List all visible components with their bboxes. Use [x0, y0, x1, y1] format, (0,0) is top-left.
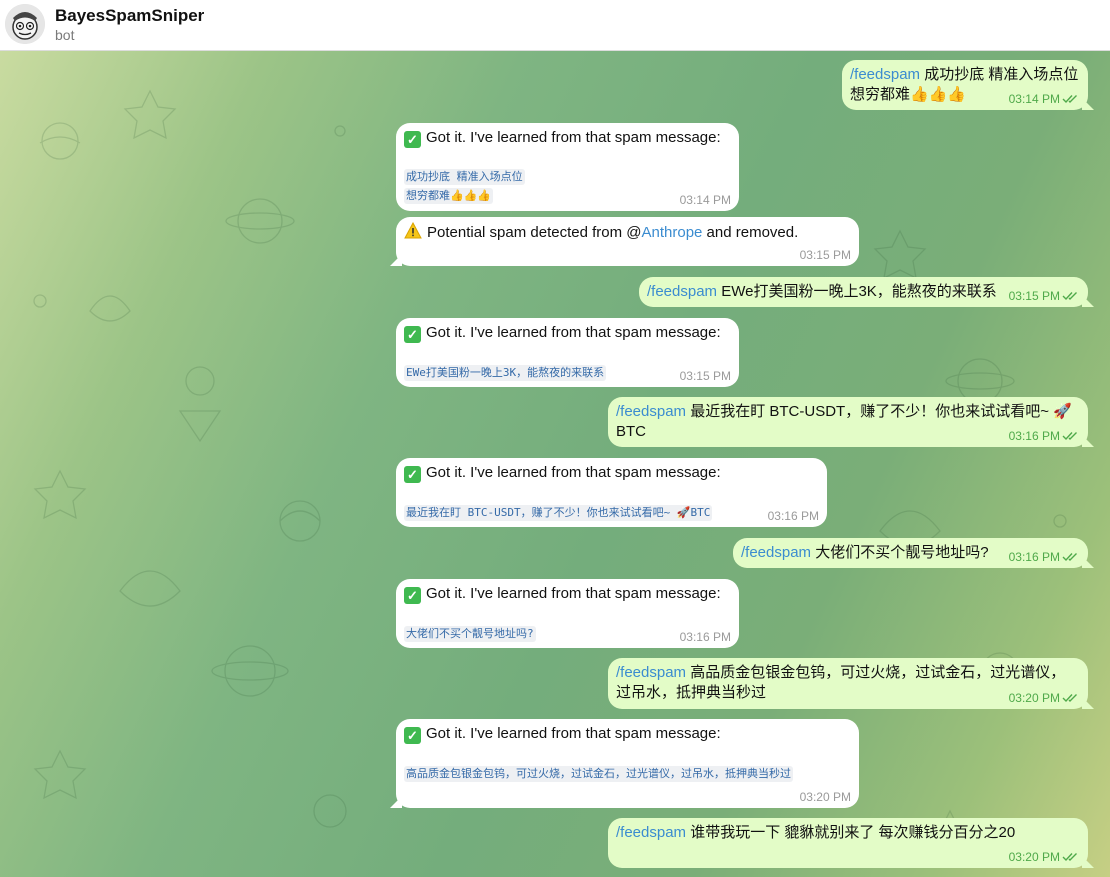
- reply-title: ✓ Got it. I've learned from that spam mes…: [404, 323, 721, 343]
- message-time: 03:15 PM: [1009, 289, 1080, 303]
- check-mark-icon: ✓: [404, 131, 421, 148]
- code-line: 想穷都难👍👍👍: [404, 188, 494, 204]
- bot-reply-message[interactable]: ✓ Got it. I've learned from that spam mes…: [390, 719, 859, 808]
- message-time: 03:14 PM: [1009, 92, 1080, 106]
- message-time: 03:16 PM: [679, 630, 731, 644]
- message-line: 过吊水，抵押典当秒过: [616, 684, 767, 701]
- message-time: 03:20 PM: [799, 790, 851, 804]
- message-line: 大佬们不买个靓号地址吗?: [815, 544, 989, 561]
- command-link[interactable]: /feedspam: [616, 664, 686, 681]
- outgoing-message[interactable]: /feedspam 高品质金包银金包钨，可过火烧，过试金石，过光谱仪， 过吊水，…: [608, 658, 1094, 709]
- code-line: EWe打美国粉一晚上3K，能熬夜的来联系: [404, 365, 607, 381]
- bot-label: bot: [55, 27, 75, 43]
- outgoing-message[interactable]: /feedspam 最近我在盯 BTC-USDT，赚了不少！你也来试试看吧~ 🚀…: [608, 397, 1094, 447]
- bot-reply-message[interactable]: ✓ Got it. I've learned from that spam mes…: [396, 579, 739, 648]
- check-mark-icon: ✓: [404, 587, 421, 604]
- outgoing-message[interactable]: /feedspam EWe打美国粉一晚上3K，能熬夜的来联系 03:15 PM: [639, 277, 1094, 307]
- code-line: 最近我在盯 BTC-USDT，赚了不少！你也来试试看吧~ 🚀BTC: [404, 505, 713, 521]
- command-link[interactable]: /feedspam: [616, 403, 686, 420]
- read-check-icon: [1062, 852, 1080, 862]
- command-link[interactable]: /feedspam: [850, 66, 920, 83]
- read-check-icon: [1062, 552, 1080, 562]
- read-check-icon: [1062, 693, 1080, 703]
- user-mention-link[interactable]: Anthrope: [642, 224, 703, 241]
- message-line: 最近我在盯 BTC-USDT，赚了不少！你也来试试看吧~ 🚀: [690, 403, 1072, 420]
- message-time: 03:15 PM: [799, 248, 851, 262]
- message-line: 想穷都难👍👍👍: [850, 86, 967, 103]
- bot-reply-message[interactable]: ✓ Got it. I've learned from that spam mes…: [396, 458, 827, 527]
- warning-icon: [404, 222, 422, 239]
- bot-warning-message[interactable]: Potential spam detected from @Anthrope a…: [390, 217, 859, 266]
- message-line: 谁带我玩一下 貔貅就别来了 每次赚钱分百分之20: [690, 824, 1016, 841]
- message-line: BTC: [616, 423, 646, 440]
- bot-name[interactable]: BayesSpamSniper: [55, 6, 204, 26]
- message-time: 03:15 PM: [679, 369, 731, 383]
- message-text: /feedspam 高品质金包银金包钨，可过火烧，过试金石，过光谱仪， 过吊水，…: [616, 663, 1065, 703]
- read-check-icon: [1062, 431, 1080, 441]
- check-mark-icon: ✓: [404, 326, 421, 343]
- bot-reply-message[interactable]: ✓ Got it. I've learned from that spam mes…: [396, 318, 739, 387]
- bot-avatar[interactable]: [5, 4, 45, 44]
- reply-title: ✓ Got it. I've learned from that spam mes…: [404, 463, 721, 483]
- message-line: 成功抄底 精准入场点位: [924, 66, 1079, 83]
- message-time: 03:16 PM: [1009, 550, 1080, 564]
- code-line: 大佬们不买个靓号地址吗?: [404, 626, 536, 642]
- message-time: 03:20 PM: [1009, 850, 1080, 864]
- message-line: EWe打美国粉一晚上3K，能熬夜的来联系: [721, 283, 997, 300]
- message-line: 高品质金包银金包钨，可过火烧，过试金石，过光谱仪，: [690, 664, 1066, 681]
- reply-title: ✓ Got it. I've learned from that spam mes…: [404, 128, 721, 148]
- message-text: /feedspam 大佬们不买个靓号地址吗?: [741, 543, 989, 563]
- message-time: 03:14 PM: [679, 193, 731, 207]
- command-link[interactable]: /feedspam: [616, 824, 686, 841]
- message-text: /feedspam 谁带我玩一下 貔貅就别来了 每次赚钱分百分之20: [616, 823, 1015, 843]
- check-mark-icon: ✓: [404, 466, 421, 483]
- message-time: 03:16 PM: [1009, 429, 1080, 443]
- message-text: /feedspam EWe打美国粉一晚上3K，能熬夜的来联系: [647, 282, 997, 302]
- outgoing-message[interactable]: /feedspam 大佬们不买个靓号地址吗? 03:16 PM: [733, 538, 1094, 568]
- chat-area[interactable]: /feedspam 成功抄底 精准入场点位 想穷都难👍👍👍 03:14 PM ✓…: [0, 51, 1110, 877]
- read-check-icon: [1062, 94, 1080, 104]
- code-line: 高品质金包银金包钨，可过火烧，过试金石，过光谱仪，过吊水，抵押典当秒过: [404, 766, 793, 782]
- warning-text: Potential spam detected from @Anthrope a…: [404, 222, 798, 243]
- message-time: 03:16 PM: [767, 509, 819, 523]
- outgoing-message[interactable]: /feedspam 成功抄底 精准入场点位 想穷都难👍👍👍 03:14 PM: [842, 60, 1094, 110]
- command-link[interactable]: /feedspam: [647, 283, 717, 300]
- chat-header: BayesSpamSniper bot: [0, 0, 1110, 51]
- command-link[interactable]: /feedspam: [741, 544, 811, 561]
- reply-title: ✓ Got it. I've learned from that spam mes…: [404, 584, 721, 604]
- message-time: 03:20 PM: [1009, 691, 1080, 705]
- bot-reply-message[interactable]: ✓ Got it. I've learned from that spam mes…: [396, 123, 739, 211]
- reply-title: ✓ Got it. I've learned from that spam mes…: [404, 724, 721, 744]
- code-line: 成功抄底 精准入场点位: [404, 169, 525, 185]
- read-check-icon: [1062, 291, 1080, 301]
- check-mark-icon: ✓: [404, 727, 421, 744]
- outgoing-message[interactable]: /feedspam 谁带我玩一下 貔貅就别来了 每次赚钱分百分之20 03:20…: [608, 818, 1094, 868]
- message-text: /feedspam 最近我在盯 BTC-USDT，赚了不少！你也来试试看吧~ 🚀…: [616, 402, 1072, 442]
